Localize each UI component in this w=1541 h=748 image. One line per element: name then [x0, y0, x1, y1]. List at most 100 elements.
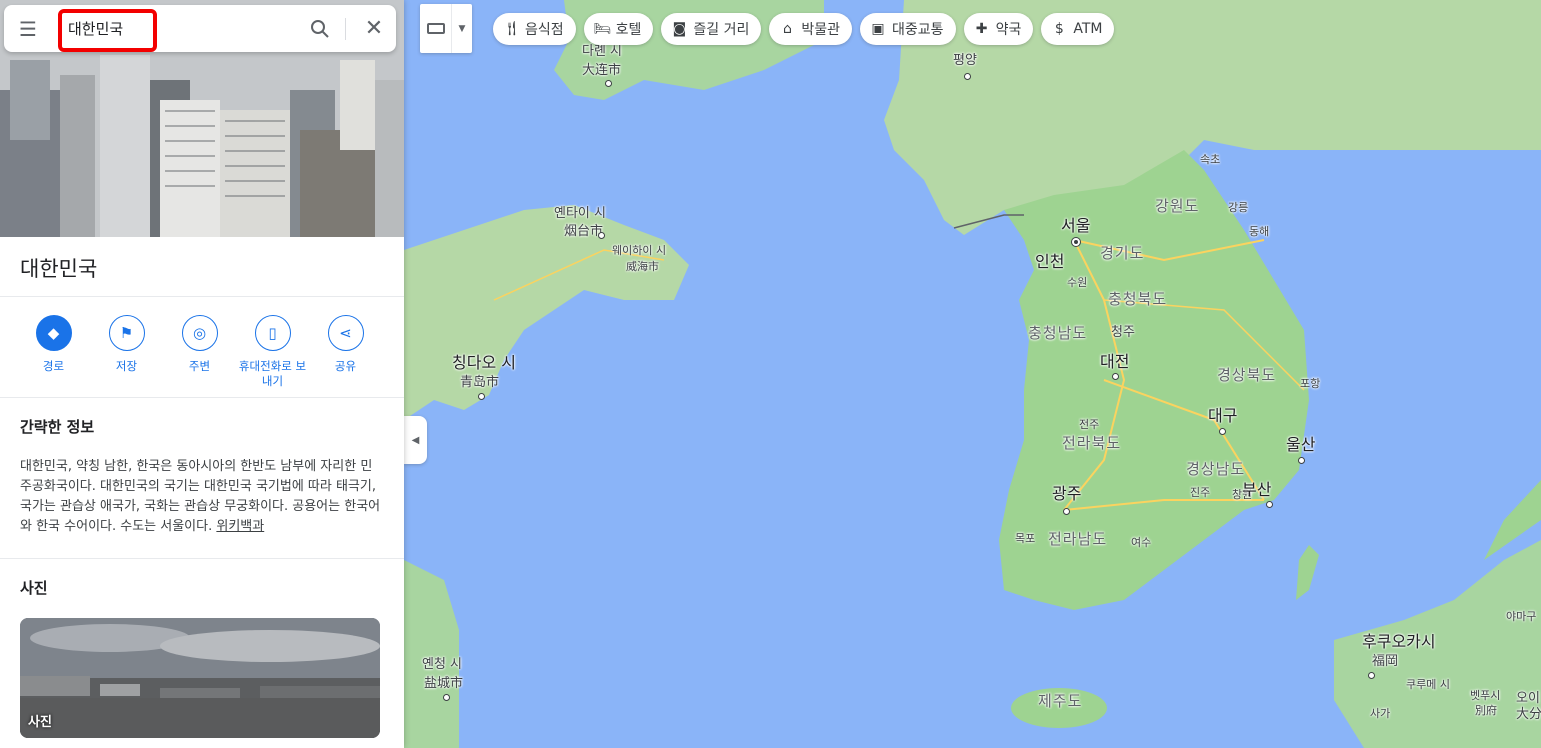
camera-icon: ◙: [672, 21, 687, 37]
map-label-chungnam[interactable]: 충청남도: [1028, 326, 1087, 341]
pharmacy-icon: ✚: [975, 21, 988, 37]
map-label-mokpo[interactable]: 목포: [1015, 531, 1035, 546]
save-button[interactable]: ⚑ 저장: [90, 315, 163, 397]
chip-atm[interactable]: $ ATM: [1041, 13, 1115, 45]
map-label-yantai-cn[interactable]: 烟台市: [564, 224, 603, 239]
transit-icon: ▣: [871, 21, 885, 37]
action-label: 주변: [188, 359, 211, 373]
chip-label: 호텔: [615, 22, 642, 38]
map-label-qingdao-cn[interactable]: 青岛市: [460, 375, 499, 390]
map-label-yamaguchi[interactable]: 야마구: [1506, 609, 1536, 624]
share-button[interactable]: ⋖ 공유: [309, 315, 382, 397]
map-label-donghae[interactable]: 동해: [1249, 224, 1269, 239]
map-label-jeonnam[interactable]: 전라남도: [1048, 532, 1107, 547]
search-input[interactable]: [52, 13, 272, 44]
map-label-gyeongbuk[interactable]: 경상북도: [1217, 368, 1276, 383]
map-label-fukuoka-jp[interactable]: 福岡: [1372, 654, 1398, 669]
photo-card[interactable]: 사진: [20, 618, 380, 738]
map-label-yancheng-cn[interactable]: 盐城市: [424, 676, 463, 691]
map-canvas[interactable]: 다롄 시 大连市 평양 속초 옌타이 시 烟台市 웨이하이 시 威海市 서울 강…: [404, 0, 1541, 748]
map-label-kurume[interactable]: 쿠루메 시: [1406, 677, 1450, 692]
chip-pharmacies[interactable]: ✚ 약국: [963, 13, 1034, 45]
map-label-weihai-cn[interactable]: 威海市: [626, 259, 659, 274]
map-label-jeju[interactable]: 제주도: [1038, 694, 1082, 709]
summary-heading: 간략한 정보: [20, 418, 95, 436]
map-dot-qingdao[interactable]: [478, 393, 485, 400]
wikipedia-link[interactable]: 위키백과: [216, 519, 264, 534]
map-label-yeosu[interactable]: 여수: [1131, 535, 1151, 550]
action-buttons: ◆ 경로 ⚑ 저장 ◎ 주변 ▯ 휴대전화로 보내기 ⋖ 공유: [0, 297, 404, 398]
bed-icon: 🛏︎: [593, 21, 612, 37]
map-label-oita-jp[interactable]: 大分: [1516, 707, 1541, 722]
map-label-chungbuk[interactable]: 충청북도: [1108, 292, 1167, 307]
map-label-weihai-ko[interactable]: 웨이하이 시: [612, 243, 666, 258]
map-dot-dalian[interactable]: [605, 80, 612, 87]
map-dot-seoul[interactable]: [1072, 238, 1080, 246]
map-dot-yancheng[interactable]: [443, 694, 450, 701]
close-button[interactable]: ✕: [354, 5, 394, 52]
directions-icon: ◆: [35, 315, 72, 351]
skyline-photo: [20, 618, 380, 738]
map-label-pyongyang[interactable]: 평양: [953, 53, 977, 68]
dropdown-arrow-icon[interactable]: ▼: [452, 24, 472, 34]
collapse-panel-button[interactable]: ◀: [404, 416, 427, 464]
atm-icon: $: [1054, 21, 1064, 37]
input-tools-button[interactable]: ▼: [420, 4, 472, 53]
chip-museums[interactable]: ⌂ 박물관: [769, 13, 853, 45]
chip-transit[interactable]: ▣ 대중교통: [860, 13, 956, 45]
nearby-icon: ◎: [181, 315, 218, 351]
map-dot-daejeon[interactable]: [1112, 373, 1119, 380]
share-icon: ⋖: [327, 315, 364, 351]
keyboard-icon[interactable]: [420, 4, 452, 53]
map-dot-yantai[interactable]: [598, 232, 605, 239]
nearby-button[interactable]: ◎ 주변: [163, 315, 236, 397]
map-label-dalian-ko[interactable]: 다롄 시: [582, 44, 622, 59]
map-dot-daegu[interactable]: [1219, 428, 1226, 435]
map-dot-busan[interactable]: [1266, 501, 1273, 508]
map-label-sokcho[interactable]: 속초: [1200, 152, 1220, 167]
map-dot-fukuoka[interactable]: [1368, 672, 1375, 679]
search-button[interactable]: [300, 5, 340, 52]
chip-label: 즐길 거리: [693, 22, 750, 38]
map-label-saga[interactable]: 사가: [1370, 706, 1390, 721]
place-title: 대한민국: [0, 237, 404, 297]
map-label-fukuoka-ko[interactable]: 후쿠오카시: [1362, 634, 1436, 650]
map-label-ulsan[interactable]: 울산: [1286, 437, 1315, 453]
map-label-qingdao-ko[interactable]: 칭다오 시: [452, 355, 516, 371]
map-label-gyeongnam[interactable]: 경상남도: [1186, 462, 1245, 477]
map-label-beppu-jp[interactable]: 別府: [1475, 703, 1497, 718]
map-label-yancheng-ko[interactable]: 옌청 시: [422, 657, 462, 672]
map-dot-pyongyang[interactable]: [964, 73, 971, 80]
send-to-phone-button[interactable]: ▯ 휴대전화로 보내기: [236, 315, 309, 397]
map-label-seoul[interactable]: 서울: [1061, 218, 1090, 234]
chip-restaurants[interactable]: 🍴︎ 음식점: [493, 13, 576, 45]
map-label-gangwon[interactable]: 강원도: [1155, 199, 1199, 214]
photo-caption: 사진: [28, 715, 52, 730]
directions-button[interactable]: ◆ 경로: [17, 315, 90, 397]
chip-hotels[interactable]: 🛏︎ 호텔: [583, 13, 654, 45]
map-label-gwangju[interactable]: 광주: [1052, 486, 1081, 502]
map-dot-ulsan[interactable]: [1298, 457, 1305, 464]
map-label-jinju[interactable]: 진주: [1190, 485, 1210, 500]
map-label-daejeon[interactable]: 대전: [1100, 354, 1129, 370]
map-label-yantai-ko[interactable]: 옌타이 시: [554, 206, 606, 221]
map-label-incheon[interactable]: 인천: [1035, 254, 1064, 270]
search-icon: [311, 19, 329, 38]
map-label-gyeonggi[interactable]: 경기도: [1100, 246, 1144, 261]
menu-icon[interactable]: ☰: [4, 5, 52, 52]
map-label-suwon[interactable]: 수원: [1067, 275, 1087, 290]
map-label-pohang[interactable]: 포항: [1300, 376, 1320, 391]
map-label-busan[interactable]: 부산: [1242, 482, 1271, 498]
chip-things-to-do[interactable]: ◙ 즐길 거리: [661, 13, 762, 45]
map-label-gangneung[interactable]: 강릉: [1228, 200, 1248, 215]
chip-label: 대중교통: [892, 22, 944, 38]
divider: [345, 18, 346, 40]
map-label-beppu-ko[interactable]: 벳푸시: [1470, 688, 1500, 703]
map-label-daegu[interactable]: 대구: [1208, 408, 1237, 424]
map-label-dalian-cn[interactable]: 大连市: [582, 63, 621, 78]
map-dot-gwangju[interactable]: [1063, 508, 1070, 515]
map-label-jeonju[interactable]: 전주: [1079, 417, 1099, 432]
map-label-oita-ko[interactable]: 오이: [1516, 691, 1540, 706]
map-label-cheongju[interactable]: 청주: [1111, 325, 1135, 340]
map-label-jeonbuk[interactable]: 전라북도: [1062, 436, 1121, 451]
